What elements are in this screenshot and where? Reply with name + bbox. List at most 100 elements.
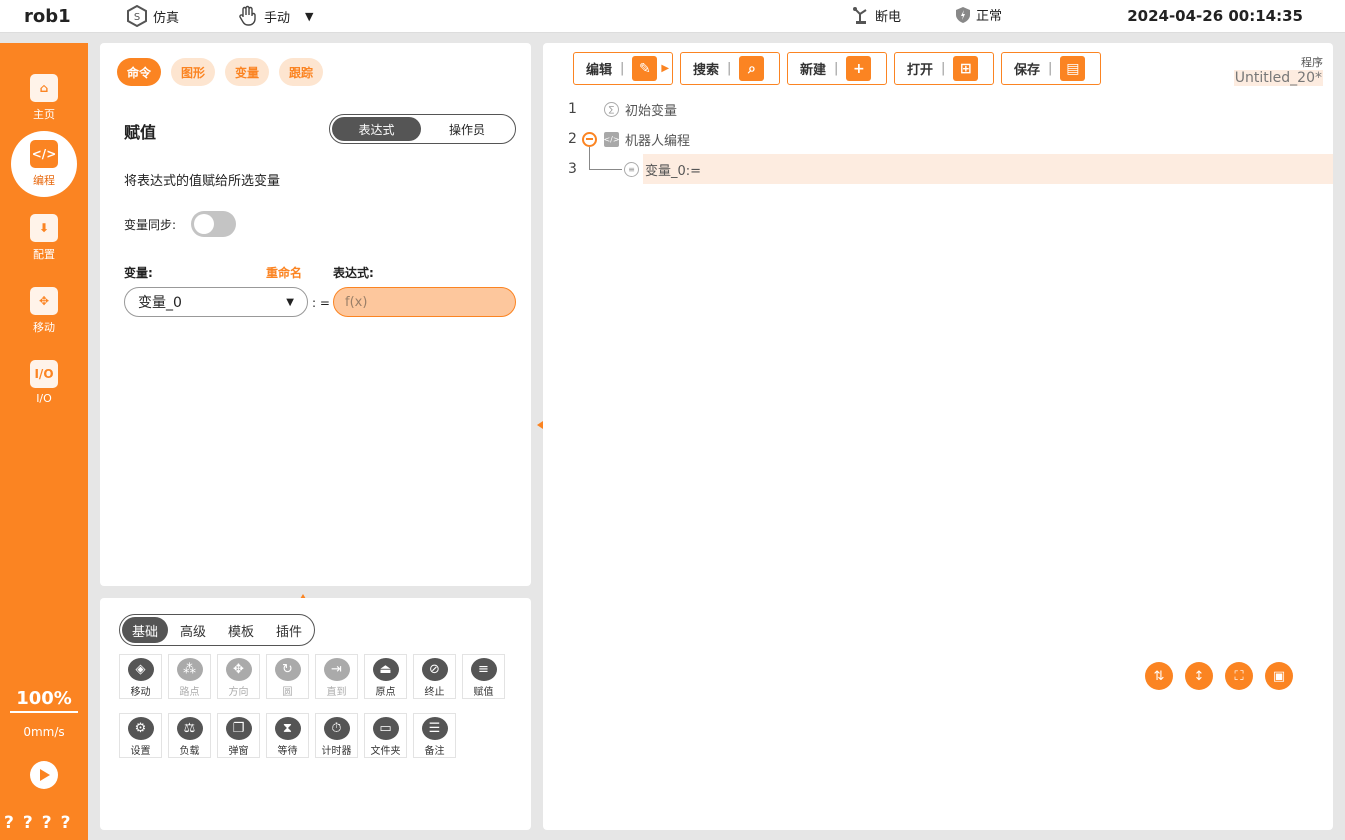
tab-basic[interactable]: 基础	[122, 617, 169, 643]
script-view-button[interactable]: ▣	[1265, 662, 1293, 690]
direction-icon: ✥	[225, 658, 252, 681]
structure-icon: ⇅	[1153, 668, 1165, 684]
line-text: 变量_0:=	[645, 163, 702, 179]
program-line[interactable]: 2 </> 机器人编程	[543, 124, 1333, 154]
robot-name: rob1	[24, 6, 71, 27]
download-icon: ⬇	[30, 214, 58, 242]
tool-until[interactable]: ⇥ 直到	[315, 654, 358, 699]
tab-variables[interactable]: 变量	[225, 58, 270, 86]
sidebar-item-home[interactable]: ⌂ 主页	[11, 65, 77, 131]
section-title: 赋值	[124, 123, 157, 142]
tool-move[interactable]: ◈ 移动	[119, 654, 162, 699]
tool-comment[interactable]: ☰ 备注	[413, 713, 456, 758]
datetime: 2024-04-26 00:14:35	[1127, 7, 1303, 25]
library-tabs: 基础 高级 模板 插件	[119, 614, 316, 646]
expand-icon: ↕	[1193, 668, 1205, 684]
expression-input[interactable]	[333, 287, 516, 317]
tab-advanced[interactable]: 高级	[170, 617, 216, 643]
sidebar-item-io[interactable]: I/O I/O	[11, 349, 77, 415]
circle-icon: ↻	[274, 658, 301, 681]
selected-variable: 变量_0	[138, 295, 182, 311]
library-panel: 基础 高级 模板 插件 ◈ 移动 ⁂ 路点 ✥ 方向 ↻ 圆 ⇥ 直到 ⏏ 原点 ⊘ 终止 ≡…	[100, 598, 531, 830]
mode-dropdown[interactable]: 手动 ▼	[237, 5, 313, 27]
sidebar-item-label: 配置	[33, 248, 55, 261]
line-text: 机器人编程	[625, 133, 691, 149]
simulation-icon: S	[127, 5, 147, 27]
settings-icon: ⚙	[127, 717, 154, 740]
sidebar-item-config[interactable]: ⬇ 配置	[11, 205, 77, 271]
save-icon: ▤	[1060, 56, 1086, 81]
new-button[interactable]: 新建 | +	[787, 52, 887, 85]
waypoint-icon: ⁂	[176, 658, 203, 681]
tool-circle[interactable]: ↻ 圆	[266, 654, 309, 699]
tab-graphics[interactable]: 图形	[171, 58, 216, 86]
edit-button[interactable]: 编辑 | ✎ ▶	[573, 52, 673, 85]
simulation-toggle[interactable]: S 仿真	[126, 5, 179, 27]
variable-select[interactable]: 变量_0 ▼	[124, 287, 308, 317]
program-name: Untitled_20*	[1233, 70, 1323, 86]
stop-icon: ⊘	[421, 658, 448, 681]
tab-trace[interactable]: 跟踪	[279, 58, 324, 86]
sidebar-item-program[interactable]: </> 编程	[11, 131, 77, 197]
safety-status[interactable]: 正常	[955, 5, 1002, 24]
init-variables-icon: ∑	[604, 101, 619, 117]
line-text: 初始变量	[625, 103, 678, 119]
selection-highlight	[643, 154, 1333, 184]
save-button-label: 保存	[1014, 63, 1041, 78]
sidebar-item-move[interactable]: ✥ 移动	[11, 278, 77, 344]
tool-settings[interactable]: ⚙ 设置	[119, 713, 162, 758]
tab-command[interactable]: 命令	[117, 58, 162, 86]
tool-stop[interactable]: ⊘ 终止	[413, 654, 456, 699]
tool-payload[interactable]: ⚖ 负载	[168, 713, 211, 758]
hand-icon	[239, 5, 256, 26]
caret-down-icon: ▼	[286, 296, 294, 308]
fullscreen-icon: ⛶	[1234, 668, 1244, 684]
timer-icon: ⏱	[323, 717, 350, 740]
move-icon: ✥	[30, 287, 58, 315]
new-icon: +	[846, 56, 872, 81]
assign-line-icon: ≡	[624, 161, 639, 177]
structure-view-button[interactable]: ⇅	[1145, 662, 1173, 690]
play-button[interactable]	[30, 761, 58, 789]
origin-icon: ⏏	[372, 658, 399, 681]
fullscreen-button[interactable]: ⛶	[1225, 662, 1253, 690]
search-button-label: 搜索	[693, 63, 720, 78]
tool-assign[interactable]: ≡ 赋值	[462, 654, 505, 699]
tool-wait[interactable]: ⧗ 等待	[266, 713, 309, 758]
tab-template[interactable]: 模板	[218, 617, 264, 643]
tool-popup[interactable]: ❐ 弹窗	[217, 713, 260, 758]
wait-icon: ⧗	[274, 717, 301, 740]
mode-operator[interactable]: 操作员	[421, 117, 513, 141]
program-line[interactable]: 1 ∑ 初始变量	[543, 94, 1333, 124]
program-panel: 编辑 | ✎ ▶ 搜索 | ⌕ 新建 | + 打开 | ⊞ 保存 | ▤ 程序 Untitl…	[543, 43, 1333, 830]
save-button[interactable]: 保存 | ▤	[1001, 52, 1101, 85]
power-status[interactable]: 断电	[852, 5, 901, 25]
open-button[interactable]: 打开 | ⊞	[894, 52, 994, 85]
speed-percent[interactable]: 100%	[10, 688, 78, 713]
tool-direction[interactable]: ✥ 方向	[217, 654, 260, 699]
rename-link[interactable]: 重命名	[266, 264, 302, 281]
search-button[interactable]: 搜索 | ⌕	[680, 52, 780, 85]
expand-view-button[interactable]: ↕	[1185, 662, 1213, 690]
robot-program-icon: </>	[603, 131, 620, 147]
tool-waypoint[interactable]: ⁂ 路点	[168, 654, 211, 699]
tool-folder[interactable]: ▭ 文件夹	[364, 713, 407, 758]
mode-expression[interactable]: 表达式	[332, 117, 421, 141]
collapse-node-icon[interactable]	[582, 131, 597, 147]
payload-icon: ⚖	[176, 717, 203, 740]
expression-label: 表达式:	[333, 266, 374, 280]
tab-plugin[interactable]: 插件	[266, 617, 312, 643]
code-icon: </>	[30, 140, 58, 168]
tool-origin[interactable]: ⏏ 原点	[364, 654, 407, 699]
variable-label: 变量:	[124, 266, 153, 280]
assign-operator: : =	[312, 296, 330, 310]
sync-toggle[interactable]	[191, 211, 236, 237]
play-icon	[40, 769, 50, 781]
shield-icon	[956, 6, 970, 23]
new-button-label: 新建	[800, 63, 827, 78]
svg-text:S: S	[134, 12, 140, 23]
program-line-selected[interactable]: 3 ≡ 变量_0:=	[543, 154, 1333, 184]
home-icon: ⌂	[30, 74, 58, 102]
tool-timer[interactable]: ⏱ 计时器	[315, 713, 358, 758]
command-panel: 命令 图形 变量 跟踪 赋值 表达式 操作员 将表达式的值赋给所选变量 变量同步…	[100, 43, 531, 586]
